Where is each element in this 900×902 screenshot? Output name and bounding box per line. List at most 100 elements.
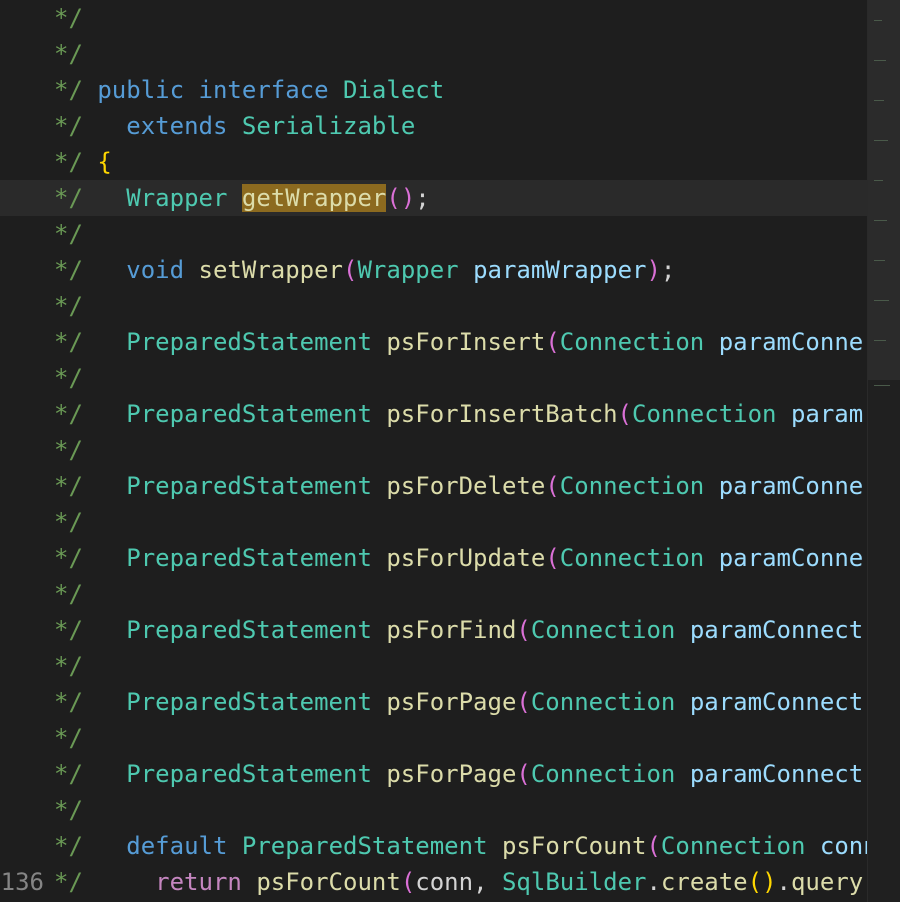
param-type: Wrapper	[357, 256, 459, 284]
code-line[interactable]: */	[0, 360, 868, 396]
code-line[interactable]: */ void setWrapper(Wrapper paramWrapper)…	[0, 252, 868, 288]
param-name: paramWrapper	[473, 256, 647, 284]
interface-name: Dialect	[343, 76, 445, 104]
code-line[interactable]: */	[0, 36, 868, 72]
semicolon: ;	[660, 256, 676, 284]
code-line[interactable]: */	[0, 288, 868, 324]
open-brace: {	[97, 148, 112, 176]
comment-marker: */	[54, 4, 83, 32]
param-type: Connection	[559, 544, 705, 572]
method-name: psForDelete	[386, 472, 546, 500]
return-type: PreparedStatement	[126, 472, 372, 500]
code-line[interactable]: 136 */ return psForCount(conn, SqlBuilde…	[0, 864, 868, 900]
return-type: PreparedStatement	[126, 616, 372, 644]
param-type: Connection	[632, 400, 777, 428]
type-name: Wrapper	[126, 184, 228, 212]
minimap-stripe	[874, 340, 886, 341]
minimap-stripe	[874, 140, 888, 141]
method-name: setWrapper	[198, 256, 344, 284]
return-type: PreparedStatement	[241, 832, 488, 860]
param-name: paramConnect	[689, 760, 864, 788]
method-name: psForPage	[386, 760, 517, 788]
comment-marker: */	[54, 832, 83, 860]
paren: ()	[747, 868, 777, 896]
minimap-stripe	[874, 100, 884, 101]
code-line[interactable]: */	[0, 216, 868, 252]
param-name: paramConne	[718, 328, 864, 356]
param-name: param(	[790, 400, 868, 428]
param-name: conn	[819, 832, 868, 860]
method-name: psForCount	[501, 832, 647, 860]
code-line[interactable]: */ PreparedStatement psForUpdate(Connect…	[0, 540, 868, 576]
method-name: psForInsertBatch	[386, 400, 618, 428]
comment-marker: */	[54, 472, 83, 500]
method-name: psForUpdate	[386, 544, 546, 572]
minimap-stripe	[874, 300, 889, 301]
minimap-stripe	[874, 20, 882, 21]
comment-marker: */	[54, 652, 83, 680]
method-name: psForPage	[386, 688, 517, 716]
method-name: psForFind	[386, 616, 517, 644]
code-line-active[interactable]: */ Wrapper getWrapper();	[0, 180, 868, 216]
dot: .	[776, 868, 791, 896]
code-line[interactable]: */	[0, 720, 868, 756]
code-line[interactable]: */ public interface Dialect	[0, 72, 868, 108]
semicolon: ;	[415, 184, 430, 212]
code-line[interactable]: */ {	[0, 144, 868, 180]
method-name: psForCount	[256, 868, 401, 896]
param-name: paramConnect	[689, 688, 864, 716]
keyword-default: default	[126, 832, 228, 860]
minimap-stripe	[874, 180, 883, 181]
code-line[interactable]: */ extends Serializable	[0, 108, 868, 144]
code-line[interactable]: */	[0, 576, 868, 612]
comment-marker: */	[54, 328, 83, 356]
return-type: PreparedStatement	[126, 400, 372, 428]
minimap-stripe	[874, 220, 887, 221]
param-type: Connection	[530, 760, 676, 788]
minimap-slider[interactable]	[868, 0, 900, 380]
keyword-public: public	[97, 76, 185, 104]
code-line[interactable]: */	[0, 0, 868, 36]
param-name: paramConne	[718, 544, 864, 572]
code-line[interactable]: */ PreparedStatement psForPage(Connectio…	[0, 756, 868, 792]
code-line[interactable]: */ default PreparedStatement psForCount(…	[0, 828, 868, 864]
keyword-return: return	[155, 868, 242, 896]
keyword-void: void	[126, 256, 185, 284]
return-type: PreparedStatement	[126, 328, 372, 356]
minimap-stripe	[874, 260, 885, 261]
code-line[interactable]: */ PreparedStatement psForInsertBatch(Co…	[0, 396, 868, 432]
code-line[interactable]: */	[0, 648, 868, 684]
return-type: PreparedStatement	[126, 760, 372, 788]
code-line[interactable]: */ PreparedStatement psForDelete(Connect…	[0, 468, 868, 504]
code-line[interactable]: */	[0, 432, 868, 468]
minimap-stripe	[874, 385, 890, 386]
comment-marker: */	[54, 796, 83, 824]
comment-marker: */	[54, 112, 83, 140]
comment-marker: */	[54, 148, 83, 176]
keyword-interface: interface	[198, 76, 329, 104]
comment-marker: */	[54, 184, 83, 212]
code-line[interactable]: */ PreparedStatement psForInsert(Connect…	[0, 324, 868, 360]
paren: (	[400, 868, 416, 896]
code-line[interactable]: */	[0, 504, 868, 540]
param-name: paramConnect	[689, 616, 864, 644]
comment-marker: */	[54, 724, 83, 752]
param-type: Connection	[530, 616, 676, 644]
minimap[interactable]	[867, 0, 900, 902]
method-name: create	[660, 868, 748, 896]
code-line[interactable]: */ PreparedStatement psForFind(Connectio…	[0, 612, 868, 648]
code-line[interactable]: */ PreparedStatement psForPage(Connectio…	[0, 684, 868, 720]
comment-marker: */	[54, 400, 83, 428]
comment-marker: */	[54, 364, 83, 392]
comment-marker: */	[54, 580, 83, 608]
comment-marker: */	[54, 256, 83, 284]
method-name: psForInsert	[386, 328, 546, 356]
code-line[interactable]: */	[0, 792, 868, 828]
type-name: Serializable	[241, 112, 416, 140]
paren: (	[343, 256, 358, 284]
highlighted-method[interactable]: getWrapper	[241, 184, 387, 212]
line-number: 136	[0, 868, 44, 896]
code-editor[interactable]: */ */ */ public interface Dialect */ ext…	[0, 0, 900, 902]
paren: )	[400, 184, 416, 212]
code-area[interactable]: */ */ */ public interface Dialect */ ext…	[0, 0, 868, 902]
